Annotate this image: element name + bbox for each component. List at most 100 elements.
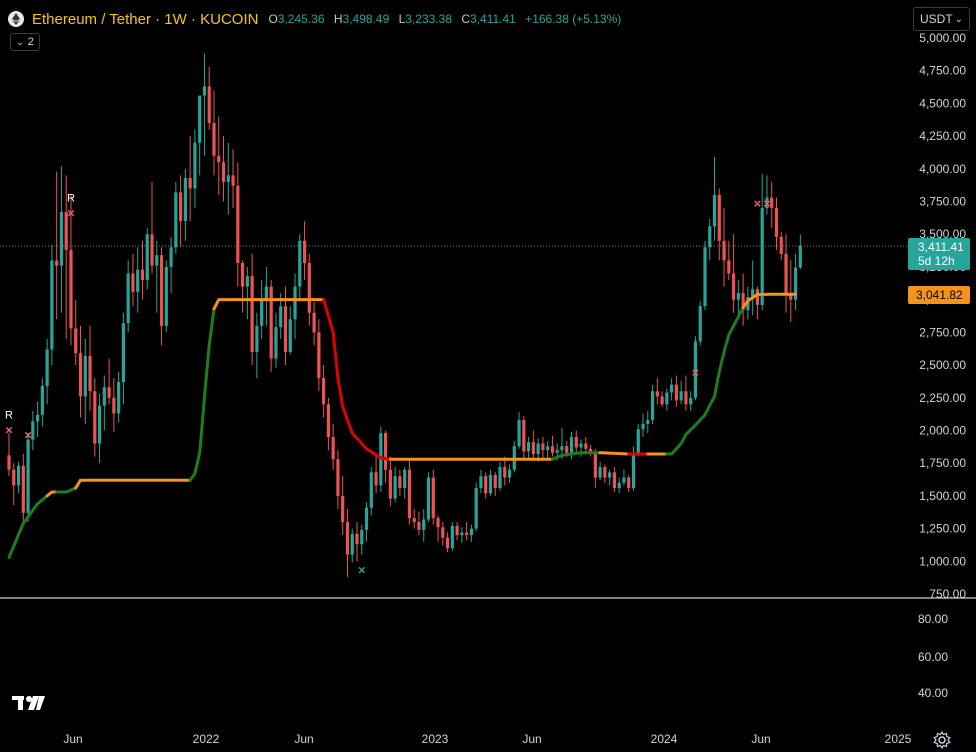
candle-body bbox=[355, 533, 359, 545]
candle-body bbox=[736, 293, 740, 300]
candle-body bbox=[708, 226, 712, 248]
candle-body bbox=[660, 396, 664, 405]
indicators-toggle-button[interactable]: ⌄ 2 bbox=[10, 33, 40, 51]
candle-body bbox=[69, 249, 73, 329]
candle-body bbox=[174, 192, 178, 248]
candle-body bbox=[631, 454, 636, 489]
candle-body bbox=[565, 446, 569, 453]
chart-canvas[interactable]: ×R××R××× × 5,000.004,750.004,500.004,250.… bbox=[0, 0, 976, 752]
candle-body bbox=[550, 446, 555, 453]
candle-body bbox=[12, 469, 16, 486]
price-tick: 3,750.00 bbox=[919, 195, 966, 209]
price-tick: 1,750.00 bbox=[919, 456, 966, 470]
supertrend-segment bbox=[665, 306, 745, 456]
candle-body bbox=[636, 429, 640, 455]
signal-label: R bbox=[67, 192, 75, 204]
supertrend-segment bbox=[550, 451, 602, 461]
time-tick: 2025 bbox=[885, 732, 912, 746]
candle-body bbox=[7, 455, 11, 470]
price-tick: 2,500.00 bbox=[919, 358, 966, 372]
candle-body bbox=[74, 328, 78, 354]
candle-body bbox=[288, 319, 292, 352]
candle-body bbox=[608, 472, 612, 478]
candle-body bbox=[264, 286, 269, 300]
ethereum-icon bbox=[8, 11, 24, 27]
candle-body bbox=[155, 255, 159, 266]
candle-body bbox=[469, 528, 473, 536]
price-axis[interactable]: 5,000.00 4,750.00 4,500.00 4,250.00 4,000.00… bbox=[919, 31, 966, 601]
candle-body bbox=[131, 273, 135, 292]
high-key: H bbox=[333, 12, 343, 26]
candle-body bbox=[245, 276, 249, 287]
oscillator-axis[interactable]: 80.00 60.00 40.00 bbox=[918, 612, 948, 700]
candle-body bbox=[579, 443, 583, 448]
time-tick: 2022 bbox=[193, 732, 220, 746]
open-value: 3,245.36 bbox=[277, 12, 325, 26]
candle-body bbox=[217, 155, 221, 163]
candle-body bbox=[431, 477, 435, 519]
price-tick: 4,250.00 bbox=[919, 129, 966, 143]
candle-body bbox=[569, 437, 574, 453]
candle-body bbox=[231, 175, 235, 186]
change-value: +166.38 (+5.13%) bbox=[525, 12, 622, 26]
candle-body bbox=[560, 446, 564, 451]
gear-icon[interactable] bbox=[933, 731, 951, 749]
candle-body bbox=[531, 442, 535, 455]
candle-body bbox=[307, 263, 311, 313]
candle-body bbox=[484, 476, 488, 494]
supertrend-segment bbox=[45, 490, 59, 498]
candle-body bbox=[398, 476, 402, 489]
candle-body bbox=[393, 476, 397, 499]
candle-body bbox=[779, 236, 783, 254]
signal-label: R bbox=[5, 409, 13, 421]
candle-body bbox=[593, 452, 597, 478]
symbol-title[interactable]: Ethereum / Tether · 1W · KUCOIN bbox=[32, 11, 258, 28]
price-tick: 1,500.00 bbox=[919, 489, 966, 503]
candle-body bbox=[279, 306, 283, 328]
candle-body bbox=[236, 185, 240, 264]
supertrend-segment bbox=[741, 292, 798, 309]
candle-body bbox=[774, 208, 779, 237]
candle-body bbox=[555, 450, 559, 453]
candle-body bbox=[369, 472, 373, 508]
chevron-down-icon: ⌄ bbox=[954, 13, 963, 25]
candle-body bbox=[360, 529, 364, 545]
candle-body bbox=[331, 437, 335, 460]
signal-cross: × bbox=[763, 196, 771, 211]
supertrend-segment bbox=[74, 478, 192, 490]
candle-body bbox=[731, 273, 736, 300]
candle-body bbox=[117, 382, 121, 414]
candle-body bbox=[455, 525, 459, 536]
candle-body bbox=[240, 263, 245, 287]
candle-body bbox=[136, 269, 140, 292]
candle-body bbox=[760, 208, 764, 305]
candle-body bbox=[703, 247, 707, 307]
candle-body bbox=[546, 446, 550, 451]
oscillator-tick: 60.00 bbox=[918, 650, 948, 664]
candle-body bbox=[150, 234, 154, 266]
candle-body bbox=[598, 467, 602, 478]
time-axis[interactable]: Jun 2022 Jun 2023 Jun 2024 Jun 2025 bbox=[63, 732, 911, 746]
tradingview-logo-icon[interactable] bbox=[12, 694, 46, 712]
price-tick: 4,750.00 bbox=[919, 64, 966, 78]
candle-body bbox=[260, 299, 264, 326]
candle-body bbox=[503, 467, 507, 478]
candle-body bbox=[40, 385, 44, 415]
candle-body bbox=[255, 325, 259, 352]
candle-body bbox=[317, 332, 321, 379]
candle-body bbox=[78, 353, 83, 397]
currency-select[interactable]: USDT ⌄ bbox=[913, 7, 970, 31]
candle-body bbox=[412, 518, 416, 523]
high-value: 3,498.49 bbox=[342, 12, 390, 26]
time-tick: 2024 bbox=[651, 732, 678, 746]
candle-body bbox=[655, 391, 659, 397]
candle-body bbox=[145, 234, 149, 281]
price-tick: 2,000.00 bbox=[919, 423, 966, 437]
candle-body bbox=[541, 443, 545, 451]
candle-body bbox=[417, 522, 421, 530]
candle-body bbox=[159, 255, 164, 326]
price-tick: 1,250.00 bbox=[919, 522, 966, 536]
oscillator-tick: 80.00 bbox=[918, 612, 948, 626]
candle-body bbox=[684, 391, 688, 405]
candle-body bbox=[517, 420, 521, 447]
